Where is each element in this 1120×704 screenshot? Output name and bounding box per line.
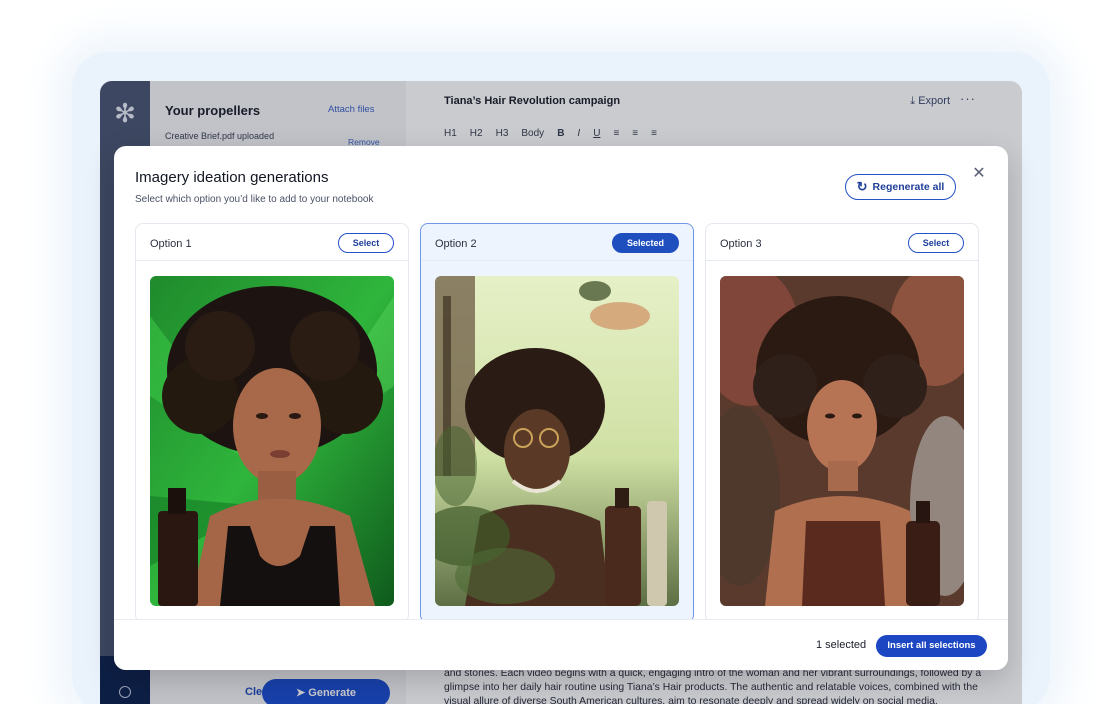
close-icon[interactable]: ✕ xyxy=(971,166,987,182)
select-button[interactable]: Select xyxy=(908,233,964,253)
insert-all-selections-button[interactable]: Insert all selections xyxy=(876,635,987,657)
option-card-3[interactable]: Option 3 Select xyxy=(705,223,979,623)
select-button[interactable]: Select xyxy=(338,233,394,253)
modal-footer: 1 selected Insert all selections xyxy=(114,619,1008,670)
selected-button[interactable]: Selected xyxy=(612,233,679,253)
option-image xyxy=(150,276,394,606)
option-label: Option 3 xyxy=(720,238,762,250)
option-label: Option 1 xyxy=(150,238,192,250)
selection-count: 1 selected xyxy=(816,639,867,651)
option-header: Option 2 Selected xyxy=(421,224,693,261)
modal-subtitle: Select which option you’d like to add to… xyxy=(135,194,374,205)
option-card-1[interactable]: Option 1 Select xyxy=(135,223,409,623)
regenerate-label: Regenerate all xyxy=(872,181,945,193)
option-card-2[interactable]: Option 2 Selected xyxy=(420,223,694,623)
regenerate-all-button[interactable]: ↻ Regenerate all xyxy=(845,174,956,200)
imagery-modal: Imagery ideation generations Select whic… xyxy=(114,146,1008,670)
option-image xyxy=(435,276,679,606)
refresh-icon: ↻ xyxy=(856,179,868,194)
option-image xyxy=(720,276,964,606)
modal-title: Imagery ideation generations xyxy=(135,169,329,186)
option-header: Option 3 Select xyxy=(706,224,978,261)
option-label: Option 2 xyxy=(435,238,477,250)
option-header: Option 1 Select xyxy=(136,224,408,261)
